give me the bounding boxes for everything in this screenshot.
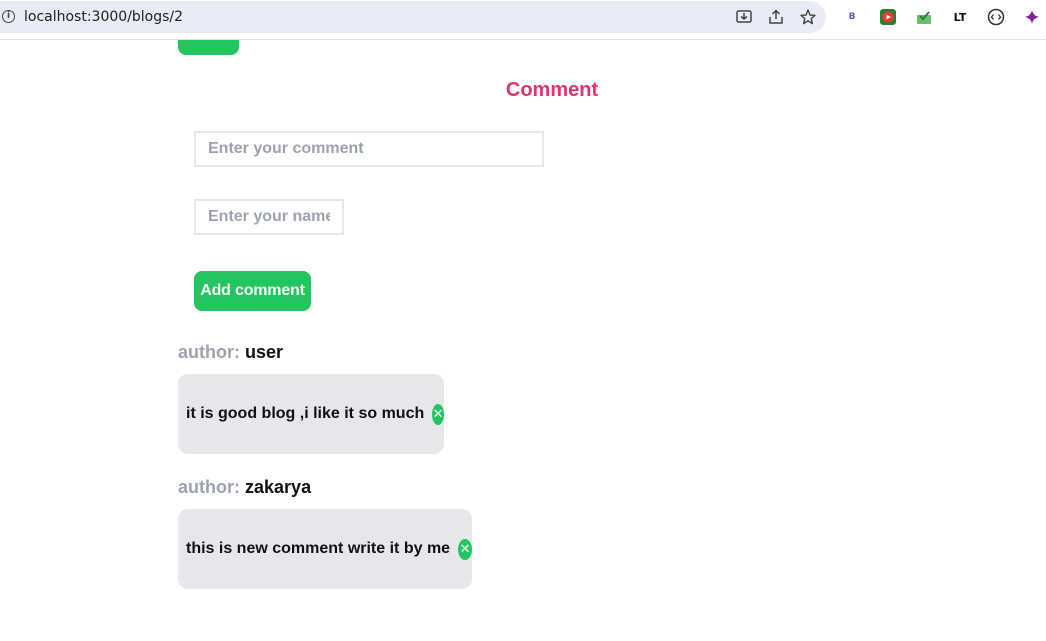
video-extension-icon[interactable] xyxy=(879,8,897,26)
comment-input[interactable] xyxy=(194,131,544,167)
comment-section-title: Comment xyxy=(505,79,599,101)
info-icon[interactable]: i xyxy=(2,10,15,23)
comment-author-line: author: zakarya xyxy=(178,477,311,498)
bitwarden-extension-icon[interactable]: B xyxy=(843,8,861,26)
comment-text: this is new comment write it by me xyxy=(186,540,451,557)
mail-extension-icon[interactable] xyxy=(915,8,933,26)
partial-green-button[interactable] xyxy=(178,40,239,55)
add-comment-button[interactable]: Add comment xyxy=(194,271,311,311)
install-icon[interactable] xyxy=(735,8,753,26)
share-icon[interactable] xyxy=(767,8,785,26)
name-input[interactable] xyxy=(194,199,344,235)
comment-card: it is good blog ,i like it so much ✕ xyxy=(178,374,444,454)
author-label: author: xyxy=(178,342,240,362)
bookmark-star-icon[interactable] xyxy=(799,8,817,26)
browser-toolbar: i localhost:3000/blogs/2 B LT xyxy=(0,0,1046,40)
comment-card: this is new comment write it by me ✕ xyxy=(178,509,472,589)
url-text[interactable]: localhost:3000/blogs/2 xyxy=(24,9,183,25)
comment-text: it is good blog ,i like it so much xyxy=(186,405,425,422)
comment-author-line: author: user xyxy=(178,342,283,363)
delete-comment-icon[interactable]: ✕ xyxy=(432,403,444,425)
code-extension-icon[interactable] xyxy=(987,8,1005,26)
sparkle-extension-icon[interactable] xyxy=(1023,8,1041,26)
author-label: author: xyxy=(178,477,240,497)
languagetool-extension-icon[interactable]: LT xyxy=(951,8,969,26)
author-name: zakarya xyxy=(245,477,312,497)
author-name: user xyxy=(245,342,284,362)
delete-comment-icon[interactable]: ✕ xyxy=(458,538,472,560)
